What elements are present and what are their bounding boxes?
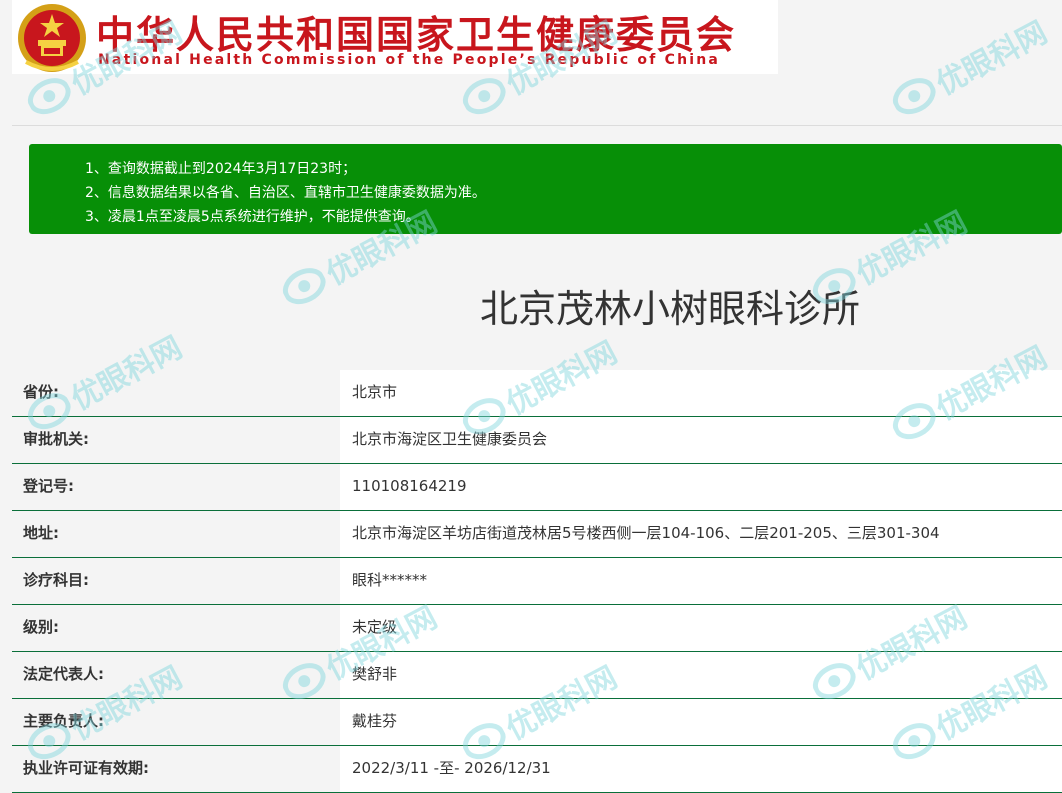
- row-value: 110108164219: [340, 464, 1062, 510]
- row-label: 省份:: [12, 370, 340, 416]
- eye-logo-icon: [462, 78, 506, 115]
- notice-box: 1、查询数据截止到2024年3月17日23时； 2、信息数据结果以各省、自治区、…: [29, 144, 1062, 234]
- row-value: 北京市: [340, 370, 1062, 416]
- site-header: 中华人民共和国国家卫生健康委员会 National Health Commiss…: [12, 0, 778, 74]
- site-title-en: National Health Commission of the People…: [98, 52, 721, 68]
- notice-line: 2、信息数据结果以各省、自治区、直辖市卫生健康委数据为准。: [85, 185, 486, 201]
- row-label: 级别:: [12, 605, 340, 651]
- row-value: 樊舒非: [340, 652, 1062, 698]
- row-label: 审批机关:: [12, 417, 340, 463]
- table-row: 登记号: 110108164219: [12, 464, 1062, 511]
- row-value: 北京市海淀区羊坊店街道茂林居5号楼西侧一层104-106、二层201-205、三…: [340, 511, 1062, 557]
- watermark: 优眼科网: [885, 8, 1054, 126]
- row-label: 地址:: [12, 511, 340, 557]
- row-label: 诊疗科目:: [12, 558, 340, 604]
- table-row: 主要负责人: 戴桂芬: [12, 699, 1062, 746]
- row-value: 北京市海淀区卫生健康委员会: [340, 417, 1062, 463]
- row-label: 主要负责人:: [12, 699, 340, 745]
- notice-line: 3、凌晨1点至凌晨5点系统进行维护，不能提供查询。: [85, 209, 420, 225]
- info-table: 省份: 北京市 审批机关: 北京市海淀区卫生健康委员会 登记号: 1101081…: [12, 370, 1062, 793]
- notice-line: 1、查询数据截止到2024年3月17日23时；: [85, 161, 357, 177]
- eye-logo-icon: [27, 78, 71, 115]
- table-row: 级别: 未定级: [12, 605, 1062, 652]
- table-row: 省份: 北京市: [12, 370, 1062, 417]
- row-value: 未定级: [340, 605, 1062, 651]
- table-row: 审批机关: 北京市海淀区卫生健康委员会: [12, 417, 1062, 464]
- row-label: 执业许可证有效期:: [12, 746, 340, 792]
- row-label: 法定代表人:: [12, 652, 340, 698]
- row-value: 2022/3/11 -至- 2026/12/31: [340, 746, 1062, 792]
- table-row: 法定代表人: 樊舒非: [12, 652, 1062, 699]
- watermark-text: 优眼科网: [930, 15, 1054, 103]
- header-divider: [12, 125, 1062, 126]
- clinic-name: 北京茂林小树眼科诊所: [479, 287, 860, 331]
- table-row: 地址: 北京市海淀区羊坊店街道茂林居5号楼西侧一层104-106、二层201-2…: [12, 511, 1062, 558]
- site-title-cn: 中华人民共和国国家卫生健康委员会: [96, 12, 737, 57]
- row-label: 登记号:: [12, 464, 340, 510]
- table-row: 诊疗科目: 眼科******: [12, 558, 1062, 605]
- national-emblem-icon: [18, 4, 86, 72]
- row-value: 眼科******: [340, 558, 1062, 604]
- row-value: 戴桂芬: [340, 699, 1062, 745]
- table-row: 执业许可证有效期: 2022/3/11 -至- 2026/12/31: [12, 746, 1062, 793]
- eye-logo-icon: [892, 78, 936, 115]
